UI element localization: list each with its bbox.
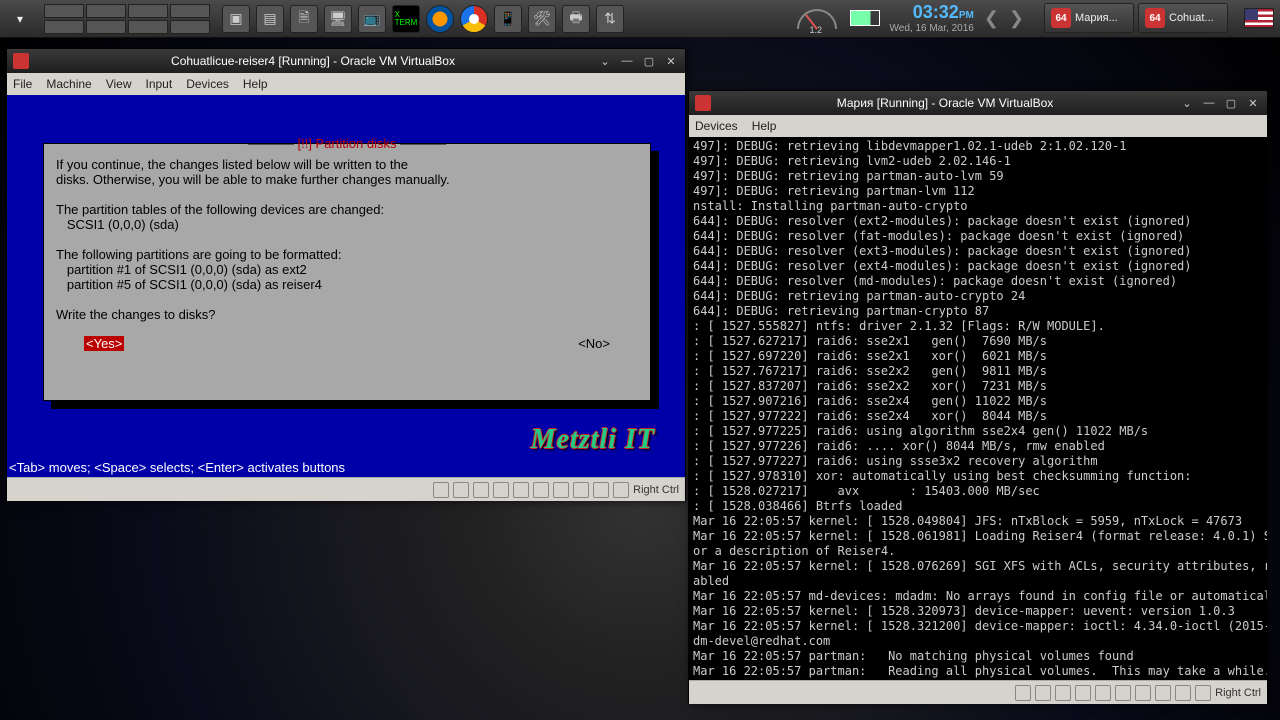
clock-ampm: PM — [959, 10, 974, 21]
vb-record-icon[interactable] — [533, 482, 549, 498]
menubar: Devices Help — [689, 115, 1267, 137]
virtualbox-statusbar: Right Ctrl — [689, 680, 1267, 704]
workspace-pager[interactable] — [44, 4, 210, 34]
yes-button[interactable]: <Yes> — [84, 336, 124, 351]
vb-net-icon[interactable] — [1175, 685, 1191, 701]
clock[interactable]: 03:32PM Wed, 16 Mar, 2016 — [890, 3, 974, 34]
menu-devices[interactable]: Devices — [695, 119, 738, 133]
window-roll-button[interactable]: ⌄ — [597, 54, 613, 68]
task-label: Мария... — [1075, 12, 1118, 24]
dialog-body: If you continue, the changes listed belo… — [56, 157, 638, 322]
window-roll-button[interactable]: ⌄ — [1179, 96, 1195, 110]
vb-display-icon[interactable] — [1095, 685, 1111, 701]
network-icon[interactable]: ⇅ — [596, 5, 624, 33]
window-title: Cohuatlicue-reiser4 [Running] - Oracle V… — [35, 54, 591, 68]
menu-devices[interactable]: Devices — [186, 77, 229, 91]
taskbar-task-cohuat[interactable]: 64Cohuat... — [1138, 3, 1228, 33]
menubar: File Machine View Input Devices Help — [7, 73, 685, 95]
clock-date: Wed, 16 Mar, 2016 — [890, 23, 974, 34]
window-minimize-button[interactable]: — — [619, 54, 635, 68]
dialog-title: [!!] Partition disks — [298, 136, 397, 151]
vb-net-icon[interactable] — [593, 482, 609, 498]
menu-view[interactable]: View — [106, 77, 132, 91]
taskbar-task-maria[interactable]: 64Мария... — [1044, 3, 1134, 33]
vb-hostkey-icon[interactable] — [613, 482, 629, 498]
window-maximize-button[interactable]: ▢ — [1223, 96, 1239, 110]
tray-app-2[interactable]: ▤ — [256, 5, 284, 33]
vb-cd-icon[interactable] — [1035, 685, 1051, 701]
monitor-icon[interactable]: 🖥 — [324, 5, 352, 33]
files-icon[interactable]: 🗎 — [290, 5, 318, 33]
vb-record-icon[interactable] — [1115, 685, 1131, 701]
menu-help[interactable]: Help — [752, 119, 777, 133]
clock-prev-icon[interactable]: ❮ — [984, 8, 999, 29]
vb-hdd-icon[interactable] — [433, 482, 449, 498]
menu-machine[interactable]: Machine — [46, 77, 91, 91]
task-label: Cohuat... — [1169, 12, 1214, 24]
window-icon — [13, 53, 29, 69]
print-icon[interactable]: 🖶 — [562, 5, 590, 33]
menu-help[interactable]: Help — [243, 77, 268, 91]
menu-input[interactable]: Input — [146, 77, 173, 91]
terminal-icon[interactable]: XTERM — [392, 5, 420, 33]
start-menu-button[interactable]: ▾ — [6, 5, 34, 33]
window-icon — [695, 95, 711, 111]
clock-time: 03:32 — [913, 2, 959, 22]
titlebar[interactable]: Cohuatlicue-reiser4 [Running] - Oracle V… — [7, 49, 685, 73]
vb-cpu-icon[interactable] — [553, 482, 569, 498]
vb-cd-icon[interactable] — [453, 482, 469, 498]
taskbar: ▾ ▣ ▤ 🗎 🖥 📺 XTERM 📱 🛠 🖶 ⇅ 1.2 03:32PM We… — [0, 0, 1280, 38]
firefox-icon[interactable] — [426, 5, 454, 33]
chromium-icon[interactable] — [460, 5, 488, 33]
tray-app-1[interactable]: ▣ — [222, 5, 250, 33]
partition-dialog: ───── [!!] Partition disks ───── If you … — [43, 143, 651, 401]
hostkey-label: Right Ctrl — [633, 484, 679, 496]
titlebar[interactable]: Мария [Running] - Oracle VM VirtualBox ⌄… — [689, 91, 1267, 115]
window-minimize-button[interactable]: — — [1201, 96, 1217, 110]
vb-hostkey-icon[interactable] — [1195, 685, 1211, 701]
menu-file[interactable]: File — [13, 77, 32, 91]
vb-usb-icon[interactable] — [473, 482, 489, 498]
vb-mouse-icon[interactable] — [573, 482, 589, 498]
virtualbox-statusbar: Right Ctrl — [7, 477, 685, 501]
cpu-gauge: 1.2 — [794, 3, 840, 33]
window-maria: Мария [Running] - Oracle VM VirtualBox ⌄… — [688, 90, 1268, 703]
vb-display-icon[interactable] — [513, 482, 529, 498]
vb-shared-icon[interactable] — [493, 482, 509, 498]
vb-usb-icon[interactable] — [1055, 685, 1071, 701]
vb-cpu-icon[interactable] — [1135, 685, 1151, 701]
window-close-button[interactable]: ✕ — [1245, 96, 1261, 110]
window-title: Мария [Running] - Oracle VM VirtualBox — [717, 96, 1173, 110]
vb-shared-icon[interactable] — [1075, 685, 1091, 701]
keyboard-layout-us-icon[interactable] — [1244, 8, 1274, 28]
keyboard-hint: <Tab> moves; <Space> selects; <Enter> ac… — [9, 460, 345, 475]
vm-console[interactable]: 497]: DEBUG: retrieving libdevmapper1.02… — [689, 137, 1267, 680]
vb-hdd-icon[interactable] — [1015, 685, 1031, 701]
window-cohuatlicue: Cohuatlicue-reiser4 [Running] - Oracle V… — [6, 48, 686, 500]
smartphone-icon[interactable]: 📱 — [494, 5, 522, 33]
taskbar-window-list: 64Мария... 64Cohuat... — [1044, 3, 1228, 33]
hostkey-label: Right Ctrl — [1215, 687, 1261, 699]
tv-icon[interactable]: 📺 — [358, 5, 386, 33]
clock-next-icon[interactable]: ❯ — [1009, 8, 1024, 29]
watermark: Metztli IT — [531, 432, 655, 447]
battery-indicator — [850, 10, 880, 26]
cpu-gauge-value: 1.2 — [810, 25, 823, 35]
vb-mouse-icon[interactable] — [1155, 685, 1171, 701]
vm-framebuffer[interactable]: ───── [!!] Partition disks ───── If you … — [7, 95, 685, 477]
window-maximize-button[interactable]: ▢ — [641, 54, 657, 68]
tools-icon[interactable]: 🛠 — [528, 5, 556, 33]
no-button[interactable]: <No> — [578, 336, 610, 351]
launcher-tray: ▣ ▤ 🗎 🖥 📺 XTERM 📱 🛠 🖶 ⇅ — [222, 5, 624, 33]
window-close-button[interactable]: ✕ — [663, 54, 679, 68]
